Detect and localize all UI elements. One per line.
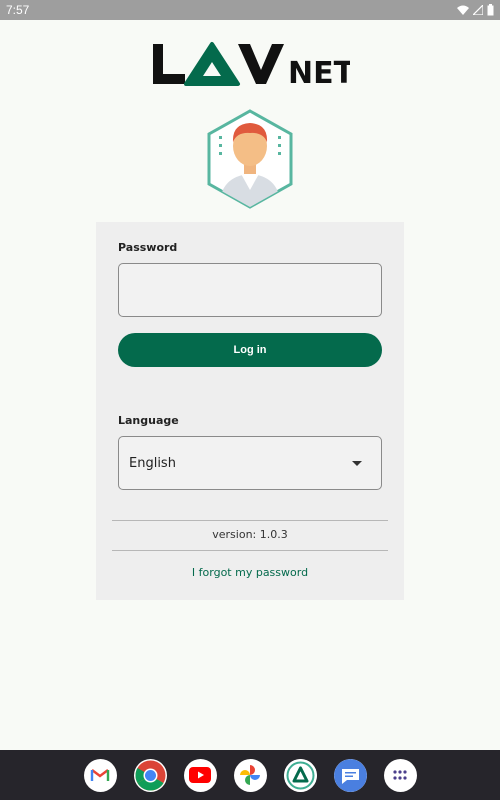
svg-text:NET: NET [288,56,350,88]
version-text: version: 1.0.3 [212,528,288,541]
login-card: Password Log in Language English version… [96,222,404,600]
photos-icon[interactable] [233,758,267,792]
language-label: Language [118,414,179,427]
lavnet-logo: NET [153,42,350,88]
forgot-password-link[interactable]: I forgot my password [96,566,404,579]
app-dock [0,750,500,800]
status-bar: 7:57 [0,0,500,20]
login-button[interactable]: Log in [118,333,382,367]
battery-icon [487,4,494,16]
divider [112,550,388,551]
divider [112,520,388,521]
password-input[interactable] [118,263,382,317]
signal-icon [473,5,483,15]
lavnet-app-icon[interactable] [283,758,317,792]
language-value: English [129,455,176,471]
status-time: 7:57 [6,3,30,17]
app-drawer-icon[interactable] [383,758,417,792]
dropdown-caret-icon [352,460,362,466]
user-avatar-icon [207,109,293,209]
youtube-icon[interactable] [183,758,217,792]
status-icons [457,4,494,16]
wifi-icon [457,5,469,15]
language-select[interactable]: English [118,436,382,490]
messages-icon[interactable] [333,758,367,792]
chrome-icon[interactable] [133,758,167,792]
password-label: Password [118,241,178,254]
gmail-icon[interactable] [83,758,117,792]
